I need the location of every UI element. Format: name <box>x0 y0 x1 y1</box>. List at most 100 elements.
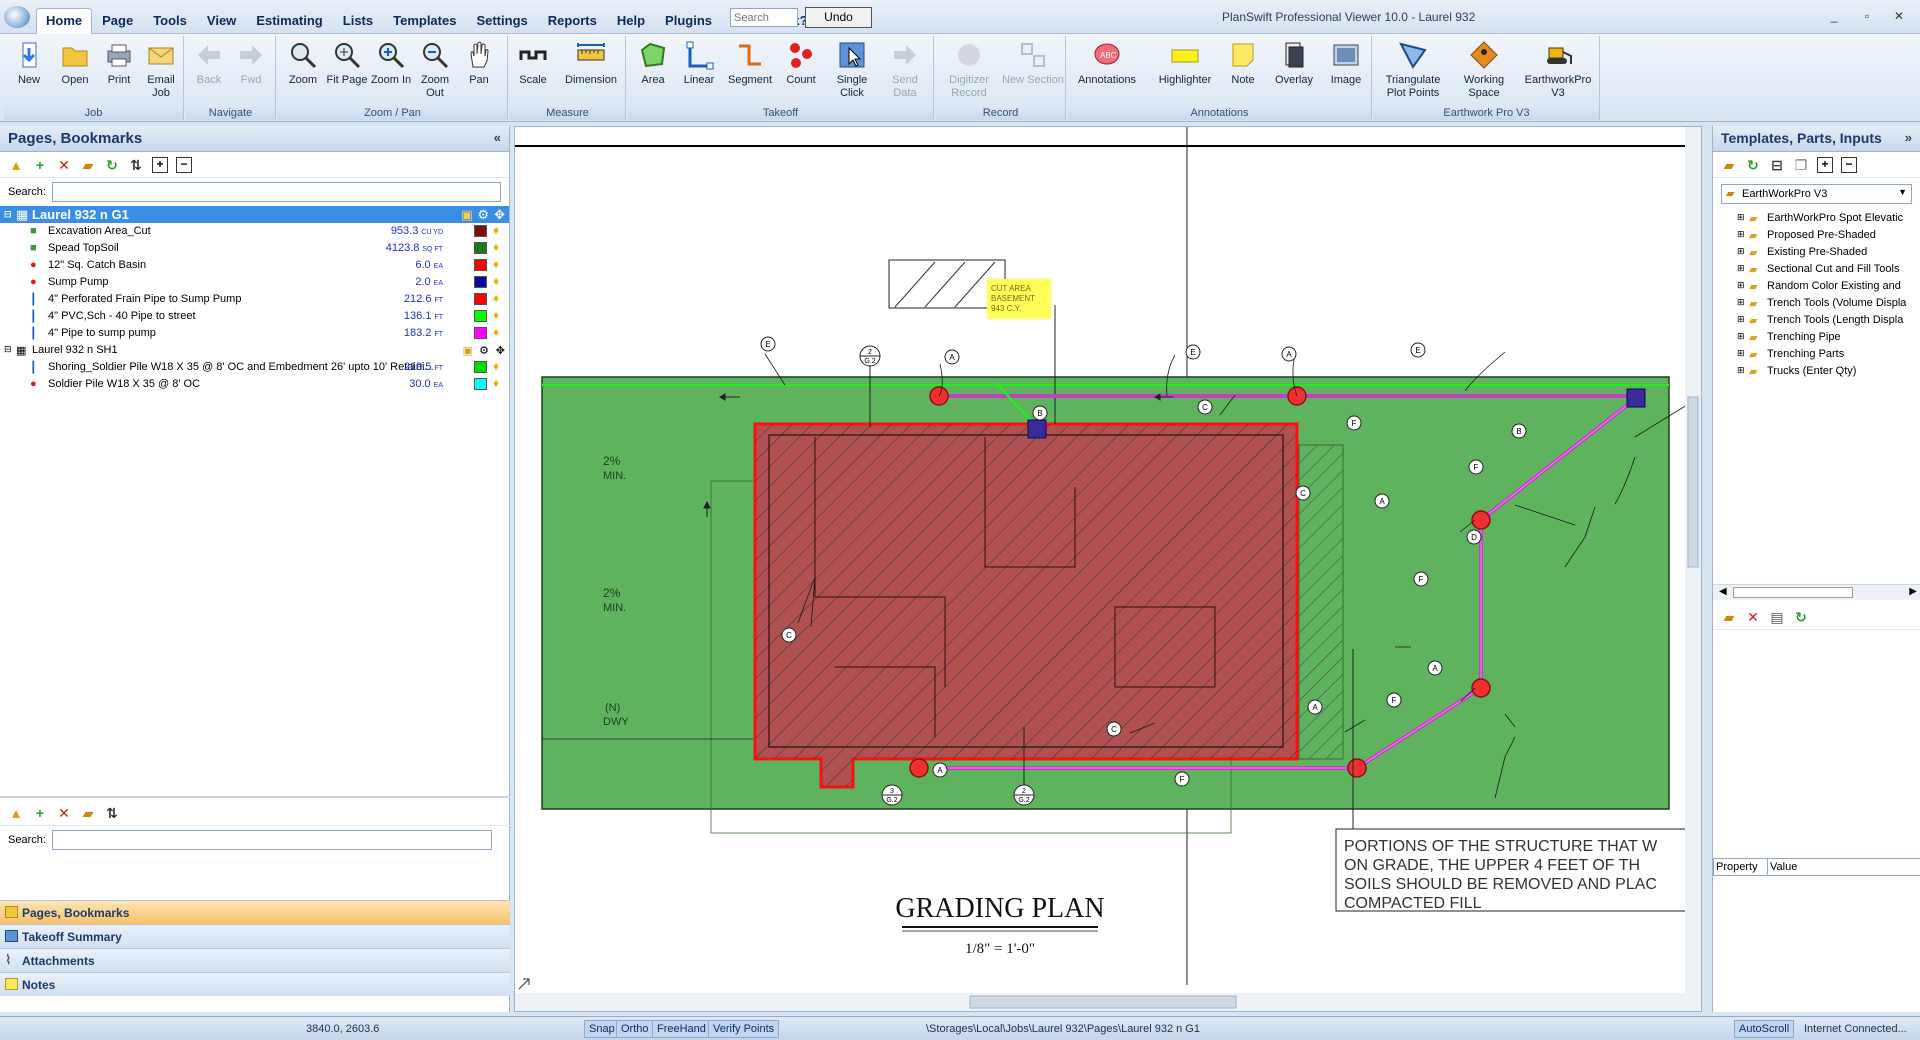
horizontal-scroll-thumb[interactable] <box>969 995 1237 1009</box>
menu-plugins[interactable]: Plugins <box>655 8 722 34</box>
triangulate-plot-points-button[interactable]: Triangulate Plot Points <box>1376 38 1450 100</box>
templates-hscrollbar[interactable]: ◀ ▶ <box>1713 584 1920 600</box>
resize-corner-icon[interactable] <box>518 978 530 990</box>
maximize-button[interactable]: ▫ <box>1858 9 1876 23</box>
menu-tools[interactable]: Tools <box>143 8 197 34</box>
takeoff-item-row[interactable]: ■ Spead TopSoil 4123.8 SQ FT ♦ <box>0 240 509 257</box>
lightbulb-icon[interactable]: ♦ <box>493 326 503 338</box>
pan-button[interactable]: Pan <box>456 38 502 87</box>
menu-view[interactable]: View <box>197 8 246 34</box>
freehand-toggle[interactable]: FreeHand <box>652 1020 711 1038</box>
note-button[interactable]: Note <box>1220 38 1266 87</box>
tree-collapse-icon[interactable]: ⊟ <box>4 344 12 355</box>
menu-lists[interactable]: Lists <box>333 8 383 34</box>
color-swatch[interactable] <box>474 276 487 288</box>
nav-pages-bookmarks[interactable]: Pages, Bookmarks <box>0 900 510 924</box>
color-swatch[interactable] <box>474 259 487 271</box>
drawing-canvas[interactable]: CUT AREA BASEMENT 943 C.Y. 2% MIN. 2% MI… <box>514 126 1702 1012</box>
tree-expand-icon[interactable]: ⊞ <box>1737 314 1745 325</box>
nav-notes[interactable]: Notes <box>0 972 510 996</box>
menu-estimating[interactable]: Estimating <box>246 8 332 34</box>
delete-icon[interactable]: ✕ <box>56 805 72 821</box>
color-swatch[interactable] <box>474 361 487 373</box>
menu-help[interactable]: Help <box>607 8 655 34</box>
expand-icon[interactable]: + <box>152 156 168 173</box>
open-folder-icon[interactable]: ▰ <box>1721 609 1737 625</box>
template-folder-row[interactable]: ⊞ ▰ Trenching Pipe <box>1713 329 1920 346</box>
segment-button[interactable]: Segment <box>724 38 776 87</box>
scroll-left-icon[interactable]: ◀ <box>1719 586 1727 597</box>
template-folder-row[interactable]: ⊞ ▰ Proposed Pre-Shaded <box>1713 227 1920 244</box>
count-button[interactable]: Count <box>776 38 826 87</box>
back-button[interactable]: Back <box>186 38 232 87</box>
scroll-thumb[interactable] <box>1733 587 1853 598</box>
menu-templates[interactable]: Templates <box>383 8 466 34</box>
lightbulb-icon[interactable]: ♦ <box>493 309 503 321</box>
color-swatch[interactable] <box>474 242 487 254</box>
lightbulb-icon[interactable]: ♦ <box>493 275 503 287</box>
tree-expand-icon[interactable]: ⊞ <box>1737 246 1745 257</box>
sump-pump[interactable] <box>1027 419 1047 439</box>
catch-basin[interactable] <box>909 758 929 778</box>
template-folder-row[interactable]: ⊞ ▰ Random Color Existing and <box>1713 278 1920 295</box>
undo-button[interactable]: Undo <box>805 7 872 28</box>
open-folder-icon[interactable]: ▰ <box>1721 157 1737 173</box>
tree-expand-icon[interactable]: ⊞ <box>1737 348 1745 359</box>
panel-splitter[interactable] <box>0 796 510 798</box>
pages-search-input[interactable] <box>51 182 501 202</box>
collapse-icon[interactable]: − <box>176 156 192 173</box>
close-button[interactable]: ✕ <box>1890 9 1908 23</box>
color-swatch[interactable] <box>474 378 487 390</box>
area-button[interactable]: Area <box>630 38 676 87</box>
dimension-button[interactable]: Dimension <box>558 38 624 87</box>
refresh-icon[interactable]: ↻ <box>1745 157 1761 173</box>
takeoff-item-row[interactable]: ┃ 4" Pipe to sump pump 183.2 FT ♦ <box>0 325 509 342</box>
color-swatch[interactable] <box>474 225 487 237</box>
page-settings-icon[interactable]: ⚙ <box>477 207 489 223</box>
scroll-right-icon[interactable]: ▶ <box>1909 586 1917 597</box>
zoom-in-button[interactable]: Zoom In <box>368 38 414 87</box>
send-data-button[interactable]: Send Data <box>880 38 930 100</box>
tree-expand-icon[interactable]: ⊞ <box>1737 229 1745 240</box>
table-icon[interactable]: ▤ <box>1769 609 1785 625</box>
collapse-chevron-icon[interactable]: « <box>494 130 501 145</box>
refresh-icon[interactable]: ↻ <box>104 157 120 173</box>
overlay-button[interactable]: Overlay <box>1268 38 1320 87</box>
menu-page[interactable]: Page <box>92 8 143 34</box>
lower-search-input[interactable] <box>51 830 492 850</box>
grading-plan-drawing[interactable]: CUT AREA BASEMENT 943 C.Y. 2% MIN. 2% MI… <box>515 127 1701 1011</box>
zoom-out-button[interactable]: Zoom Out <box>412 38 458 100</box>
forward-button[interactable]: Fwd <box>228 38 274 87</box>
open-folder-icon[interactable]: ▰ <box>80 157 96 173</box>
tree-expand-icon[interactable]: ⊞ <box>1737 263 1745 274</box>
template-dropdown[interactable]: ▰ EarthWorkPro V3 ▼ <box>1721 184 1912 204</box>
copy-icon[interactable]: ❐ <box>1793 157 1809 173</box>
lightbulb-icon[interactable]: ♦ <box>493 258 503 270</box>
tree-page-row[interactable]: ⊟ ▦ Laurel 932 n SH1 ▣ ⚙ ✥ <box>0 342 509 359</box>
lightbulb-icon[interactable]: ♦ <box>493 224 503 236</box>
tree-page-row[interactable]: ⊟ ▦ Laurel 932 n G1 ▣ ⚙ ✥ <box>0 206 509 223</box>
minimize-button[interactable]: _ <box>1825 9 1843 23</box>
print-button[interactable]: Print <box>96 38 142 87</box>
new-section-button[interactable]: New Section <box>1002 38 1064 87</box>
page-settings-icon[interactable]: ⚙ <box>479 344 489 357</box>
app-logo-icon[interactable] <box>4 6 30 28</box>
autoscroll-toggle[interactable]: AutoScroll <box>1734 1020 1795 1038</box>
annotations-button[interactable]: ABC Annotations <box>1072 38 1142 87</box>
template-folder-row[interactable]: ⊞ ▰ Existing Pre-Shaded <box>1713 244 1920 261</box>
zoom-button[interactable]: Zoom <box>280 38 326 87</box>
vertical-scroll-thumb[interactable] <box>1687 396 1699 568</box>
working-space-button[interactable]: Working Space <box>1454 38 1514 100</box>
takeoff-item-row[interactable]: ┃ Shoring_Soldier Pile W18 X 35 @ 8' OC a… <box>0 359 509 376</box>
bookmark-icon[interactable]: ▲ <box>8 805 24 821</box>
nav-attachments[interactable]: ⌇ Attachments <box>0 948 510 972</box>
delete-icon[interactable]: ✕ <box>56 157 72 173</box>
snap-toggle[interactable]: Snap <box>584 1020 620 1038</box>
add-icon[interactable]: + <box>32 805 48 821</box>
menu-home[interactable]: Home <box>36 8 93 34</box>
lightbulb-icon[interactable]: ♦ <box>493 377 503 389</box>
template-folder-row[interactable]: ⊞ ▰ Trenching Parts <box>1713 346 1920 363</box>
template-folder-row[interactable]: ⊞ ▰ Trench Tools (Volume Displa <box>1713 295 1920 312</box>
expand-icon[interactable]: + <box>1817 156 1833 173</box>
page-move-icon[interactable]: ✥ <box>494 207 505 223</box>
